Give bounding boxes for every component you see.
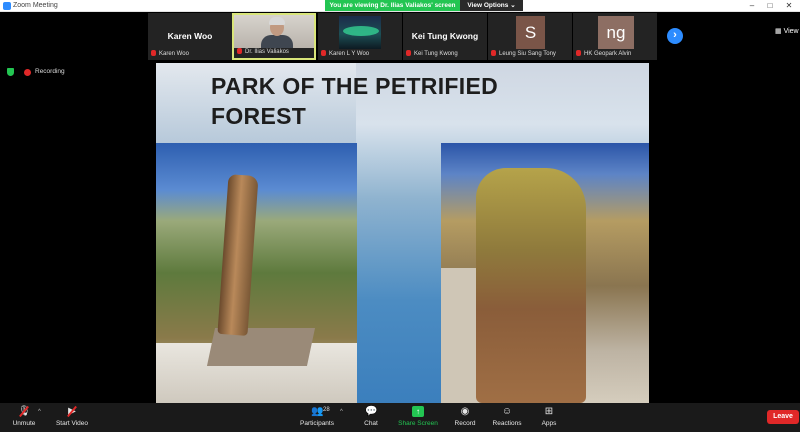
video-person-hair bbox=[269, 17, 285, 25]
participant-initial-avatar: ng bbox=[598, 16, 634, 49]
aurora-glow bbox=[343, 26, 379, 36]
zoom-logo-icon bbox=[3, 2, 11, 10]
muted-mic-icon bbox=[576, 50, 581, 56]
participant-label: HK Geopark Alvin bbox=[576, 50, 631, 59]
participant-count-badge: 28 bbox=[323, 407, 330, 413]
view-button[interactable]: ▦ View bbox=[775, 27, 799, 35]
participant-initial-avatar: S bbox=[516, 16, 545, 49]
participant-label: Kei Tung Kwong bbox=[406, 50, 458, 59]
meeting-toolbar: 🎙 Unmute ^ ▶ Start Video 👥 Participants … bbox=[0, 403, 800, 432]
muted-mic-icon bbox=[237, 48, 242, 54]
view-options-button[interactable]: View Options ⌄ bbox=[460, 0, 523, 11]
photo-petrified-trunk bbox=[217, 174, 259, 336]
leave-button[interactable]: Leave bbox=[767, 410, 799, 424]
audio-options-chevron-icon[interactable]: ^ bbox=[38, 409, 41, 415]
maximize-button[interactable]: □ bbox=[760, 0, 780, 12]
start-video-button[interactable]: ▶ Start Video bbox=[54, 406, 90, 431]
video-person-body bbox=[261, 35, 293, 48]
screen-share-banner: You are viewing Dr. Ilias Valiakos' scre… bbox=[325, 0, 460, 11]
muted-mic-icon bbox=[406, 50, 411, 56]
share-screen-arrow-icon: ↑ bbox=[412, 406, 424, 417]
participant-label: Karen L Y Woo bbox=[321, 50, 369, 59]
record-icon: ◉ bbox=[460, 406, 470, 417]
recording-label: Recording bbox=[35, 68, 65, 75]
participant-label: Dr. Ilias Valiakos bbox=[237, 48, 289, 57]
participant-tile-active-speaker[interactable]: Dr. Ilias Valiakos bbox=[232, 13, 316, 60]
muted-mic-icon bbox=[151, 50, 156, 56]
participant-video bbox=[234, 15, 314, 48]
apps-grid-icon: ⊞ bbox=[544, 406, 554, 417]
participant-tile[interactable]: Karen Woo Karen Woo bbox=[148, 13, 232, 60]
muted-mic-icon bbox=[491, 50, 496, 56]
muted-microphone-icon: 🎙 bbox=[18, 406, 31, 417]
participants-button[interactable]: 👥 Participants bbox=[297, 406, 337, 431]
reactions-button[interactable]: ☺ Reactions bbox=[490, 406, 524, 431]
participant-tile[interactable]: ng HK Geopark Alvin bbox=[573, 13, 657, 60]
video-off-icon: ▶ bbox=[66, 406, 78, 417]
reactions-smiley-icon: ☺ bbox=[501, 406, 513, 417]
participants-options-chevron-icon[interactable]: ^ bbox=[340, 409, 343, 415]
encryption-shield-icon[interactable] bbox=[7, 68, 14, 76]
chat-bubble-icon: 💬 bbox=[365, 406, 378, 417]
participants-icon: 👥 bbox=[311, 406, 324, 417]
slide-title: PARK OF THE PETRIFIED FOREST bbox=[211, 71, 571, 131]
participant-display-name: Karen Woo bbox=[167, 31, 213, 41]
participant-tile[interactable]: Karen L Y Woo bbox=[318, 13, 402, 60]
share-screen-button[interactable]: ↑ Share Screen bbox=[397, 406, 439, 431]
slide-title-line-2: FOREST bbox=[211, 103, 307, 129]
participant-tile[interactable]: Kei Tung Kwong Kei Tung Kwong bbox=[403, 13, 487, 60]
window-title: Zoom Meeting bbox=[13, 2, 58, 9]
next-page-arrow-icon[interactable]: › bbox=[667, 28, 683, 44]
participant-tile[interactable]: S Leung Siu Sang Tony bbox=[488, 13, 572, 60]
participant-label: Karen Woo bbox=[151, 50, 189, 59]
unmute-button[interactable]: 🎙 Unmute bbox=[10, 406, 38, 431]
participant-display-name: Kei Tung Kwong bbox=[411, 31, 479, 41]
slide-title-line-1: PARK OF THE PETRIFIED bbox=[211, 73, 498, 99]
chat-button[interactable]: 💬 Chat bbox=[358, 406, 384, 431]
participant-strip: Karen Woo Karen Woo Dr. Ilias Valiakos K… bbox=[0, 12, 800, 62]
petrified-trunk-photo-left bbox=[156, 143, 357, 403]
minimize-button[interactable]: – bbox=[742, 0, 762, 12]
muted-mic-icon bbox=[321, 50, 326, 56]
photo-petrified-trunk bbox=[476, 168, 586, 403]
apps-button[interactable]: ⊞ Apps bbox=[537, 406, 561, 431]
shared-screen-slide: PARK OF THE PETRIFIED FOREST bbox=[156, 63, 649, 403]
participant-label: Leung Siu Sang Tony bbox=[491, 50, 556, 59]
zoom-meeting-window: Zoom Meeting – □ ✕ You are viewing Dr. I… bbox=[0, 0, 800, 432]
petrified-trunk-photo-right bbox=[441, 143, 649, 403]
participant-avatar-image bbox=[339, 16, 381, 49]
close-button[interactable]: ✕ bbox=[779, 0, 799, 12]
recording-dot-icon bbox=[24, 69, 31, 76]
grid-icon: ▦ bbox=[775, 28, 784, 35]
record-button[interactable]: ◉ Record bbox=[451, 406, 479, 431]
